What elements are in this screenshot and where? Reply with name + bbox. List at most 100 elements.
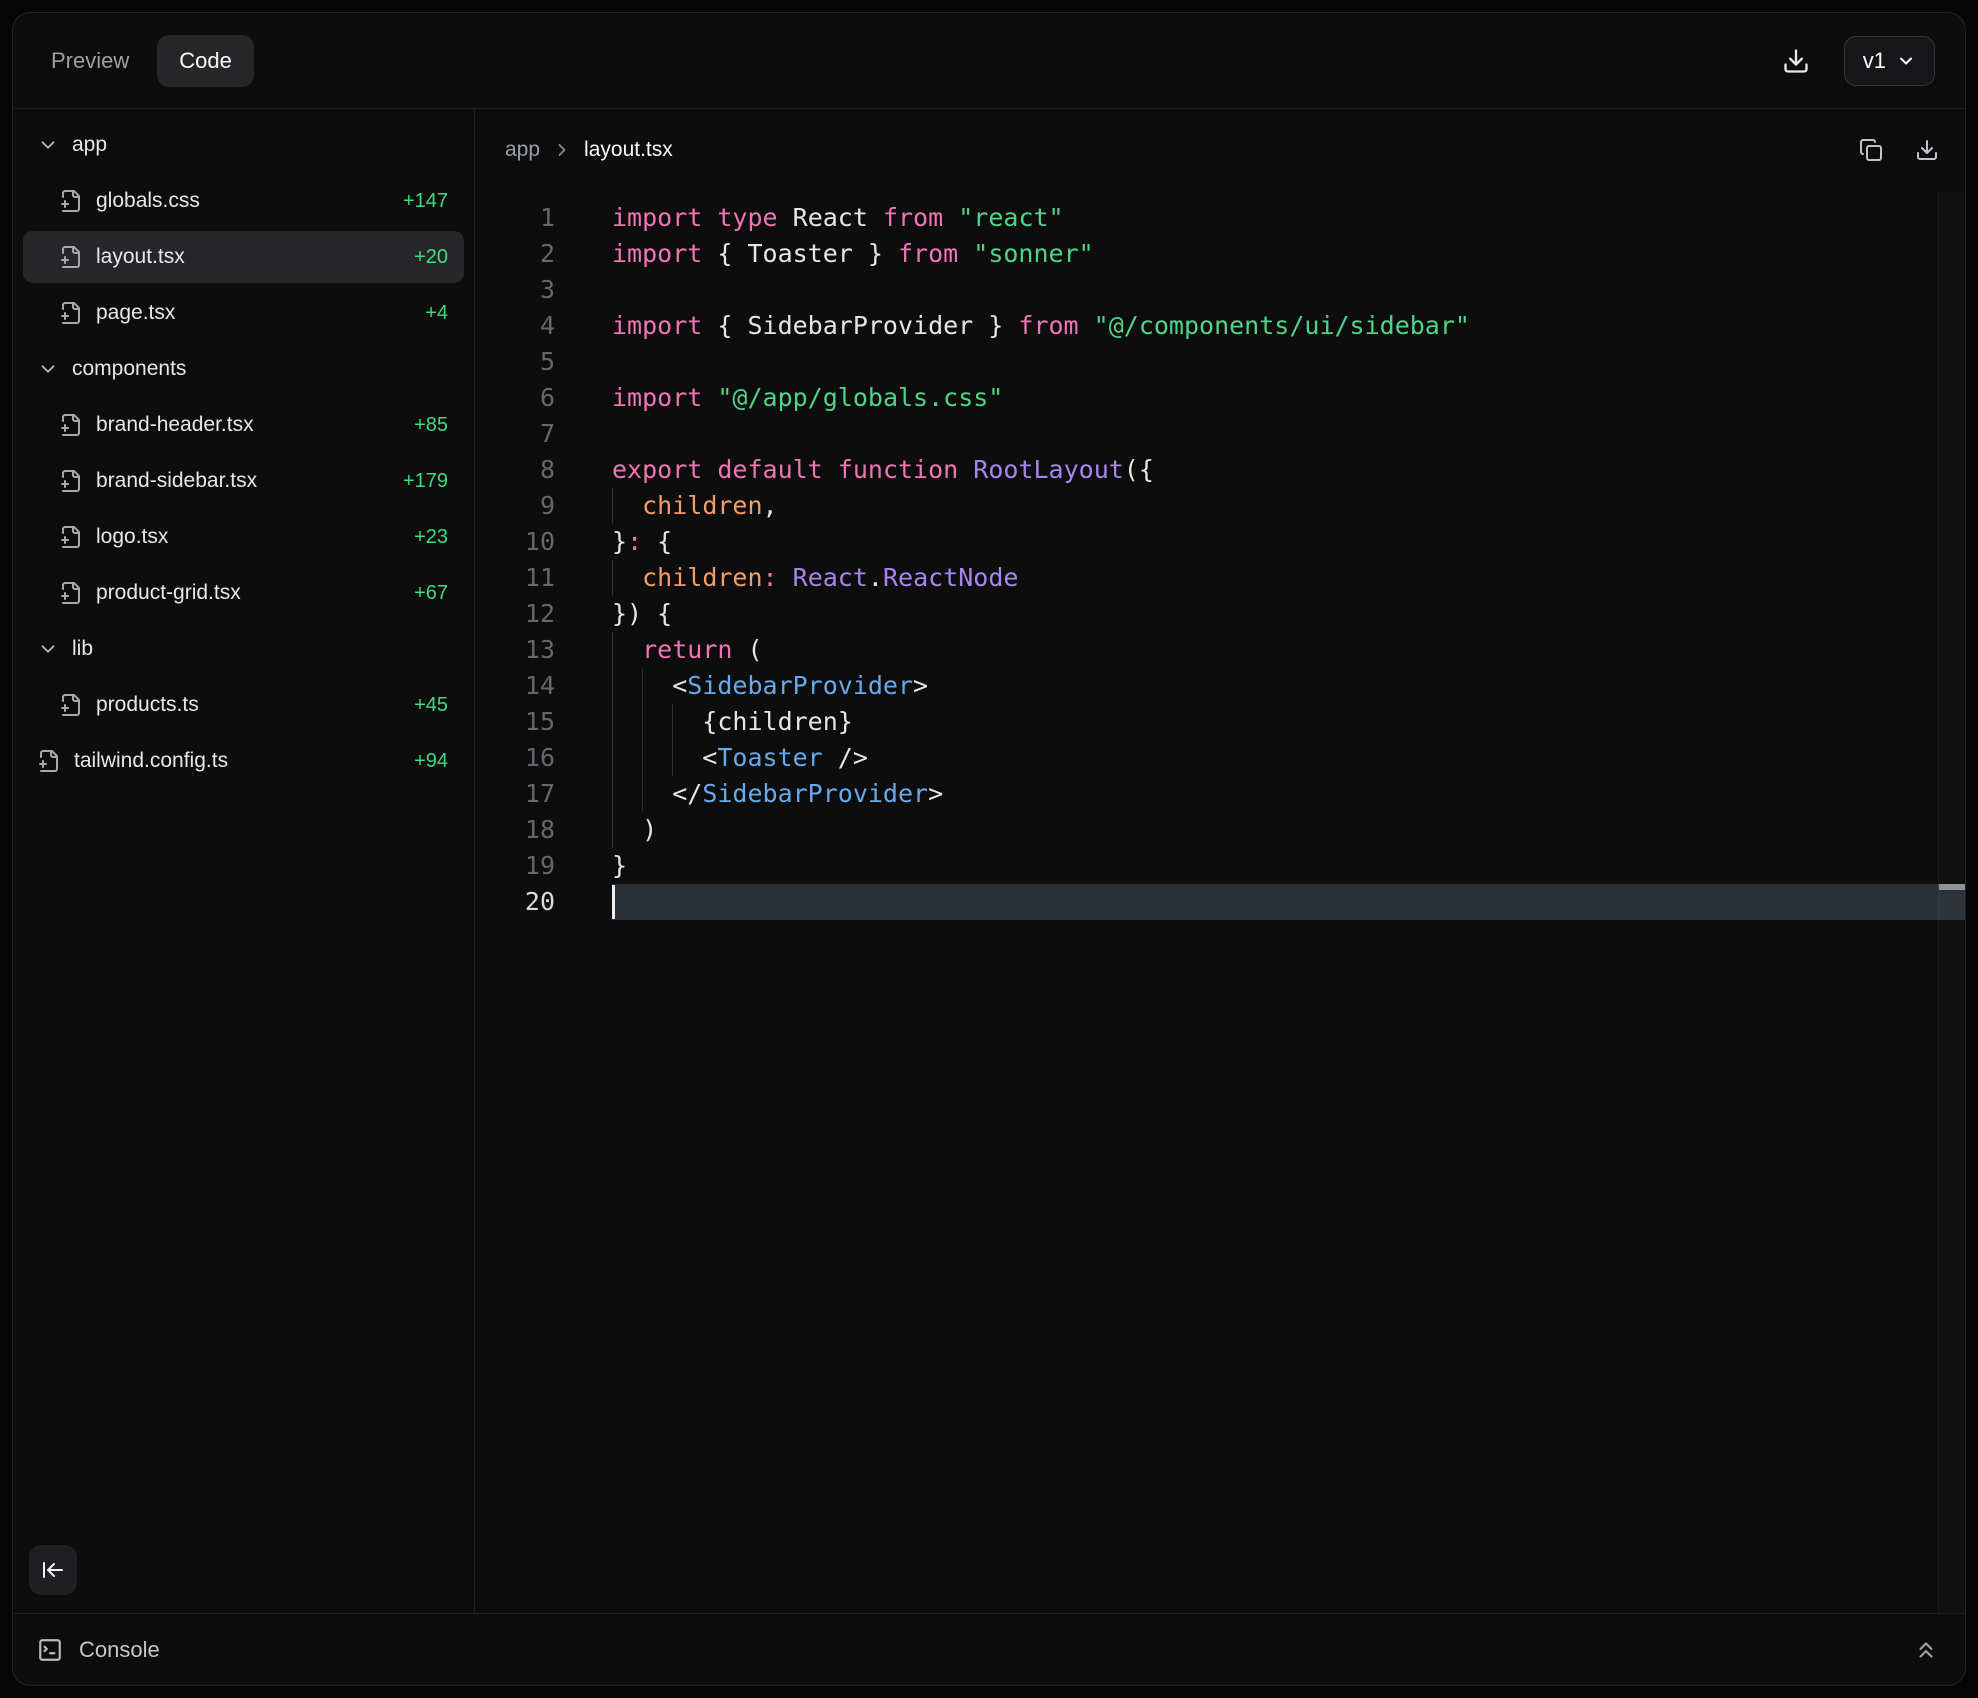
indent-guide (642, 704, 643, 740)
editor-scrollbar[interactable] (1938, 191, 1965, 1613)
line-content: import type React from "react" (612, 200, 1965, 236)
line-content (612, 884, 1965, 920)
line-number: 20 (475, 884, 555, 920)
code-panel: app layout.tsx 1import type React (475, 109, 1965, 1613)
download-icon (1915, 138, 1939, 162)
file-tree-sidebar: appglobals.css+147layout.tsx+20page.tsx+… (13, 109, 475, 1613)
diff-added-count: +85 (414, 414, 448, 437)
tab-code[interactable]: Code (157, 35, 254, 87)
tree-item-product-grid-tsx[interactable]: product-grid.tsx+67 (23, 567, 464, 619)
text-cursor (612, 885, 615, 919)
console-bar[interactable]: Console (13, 1613, 1965, 1685)
line-content: } (612, 848, 1965, 884)
code-line-17[interactable]: 17 </SidebarProvider> (475, 776, 1965, 812)
line-number: 18 (475, 812, 555, 848)
download-file-button[interactable] (1915, 138, 1939, 162)
code-line-19[interactable]: 19} (475, 848, 1965, 884)
line-content (612, 272, 1965, 308)
folder-label: app (72, 133, 107, 157)
line-number: 11 (475, 560, 555, 596)
tree-item-lib[interactable]: lib (23, 623, 464, 675)
tree-item-brand-header-tsx[interactable]: brand-header.tsx +85 (23, 399, 464, 451)
tree-item-tailwind-config-ts[interactable]: tailwind.config.ts+94 (23, 735, 464, 787)
tree-item-components[interactable]: components (23, 343, 464, 395)
chevrons-up-icon (1913, 1637, 1939, 1663)
indent-guide (672, 740, 673, 776)
code-line-18[interactable]: 18 ) (475, 812, 1965, 848)
code-line-16[interactable]: 16 <Toaster /> (475, 740, 1965, 776)
indent-guide (642, 668, 643, 704)
code-line-3[interactable]: 3 (475, 272, 1965, 308)
tree-item-brand-sidebar-tsx[interactable]: brand-sidebar.tsx+179 (23, 455, 464, 507)
line-number: 1 (475, 200, 555, 236)
code-line-10[interactable]: 10 }: { (475, 524, 1965, 560)
main-area: appglobals.css+147layout.tsx+20page.tsx+… (13, 109, 1965, 1613)
code-line-20[interactable]: 20 (475, 884, 1965, 920)
tree-item-page-tsx[interactable]: page.tsx+4 (23, 287, 464, 339)
file-label: page.tsx (96, 301, 175, 325)
code-line-5[interactable]: 5 (475, 344, 1965, 380)
line-number: 19 (475, 848, 555, 884)
tree-item-app[interactable]: app (23, 119, 464, 171)
code-line-1[interactable]: 1 import type React from "react" (475, 200, 1965, 236)
code-line-8[interactable]: 8export default function RootLayout({ (475, 452, 1965, 488)
version-label: v1 (1863, 48, 1886, 74)
indent-guide (612, 812, 613, 848)
breadcrumb-file: layout.tsx (584, 138, 673, 162)
code-line-7[interactable]: 7 (475, 416, 1965, 452)
file-plus-icon (59, 245, 83, 269)
version-dropdown[interactable]: v1 (1844, 36, 1935, 86)
line-number: 5 (475, 344, 555, 380)
collapse-sidebar-button[interactable] (29, 1545, 77, 1595)
line-number: 10 (475, 524, 555, 560)
code-line-4[interactable]: 4import { SidebarProvider } from "@/comp… (475, 308, 1965, 344)
file-plus-icon (59, 469, 83, 493)
tree-item-globals-css[interactable]: globals.css+147 (23, 175, 464, 227)
file-plus-icon (59, 525, 83, 549)
indent-guide (612, 740, 613, 776)
file-plus-icon (59, 189, 83, 213)
indent-guide (612, 704, 613, 740)
download-icon (1782, 47, 1810, 75)
line-number: 14 (475, 668, 555, 704)
folder-label: components (72, 357, 186, 381)
code-line-13[interactable]: 13 return ( (475, 632, 1965, 668)
chevron-right-icon (552, 140, 572, 160)
indent-guide (612, 668, 613, 704)
code-line-14[interactable]: 14 <SidebarProvider> (475, 668, 1965, 704)
diff-added-count: +20 (414, 246, 448, 269)
code-line-2[interactable]: 2import { Toaster } from "sonner" (475, 236, 1965, 272)
top-toolbar: Preview Code v1 (13, 13, 1965, 109)
line-number: 2 (475, 236, 555, 272)
file-label: brand-header.tsx (96, 413, 254, 437)
line-number: 15 (475, 704, 555, 740)
diff-added-count: +23 (414, 526, 448, 549)
code-line-15[interactable]: 15 {children} (475, 704, 1965, 740)
code-line-11[interactable]: 11 children: React.ReactNode (475, 560, 1965, 596)
file-tree: appglobals.css+147layout.tsx+20page.tsx+… (13, 119, 474, 787)
breadcrumb: app layout.tsx (475, 109, 1965, 191)
indent-guide (612, 632, 613, 668)
line-content: }: { (612, 524, 1965, 560)
chevron-down-icon (37, 134, 59, 156)
line-content: import { SidebarProvider } from "@/compo… (612, 308, 1965, 344)
line-number: 3 (475, 272, 555, 308)
tab-preview[interactable]: Preview (51, 48, 129, 74)
file-plus-icon (59, 413, 83, 437)
copy-code-button[interactable] (1859, 138, 1883, 162)
line-number: 6 (475, 380, 555, 416)
line-content: }) { (612, 596, 1965, 632)
code-line-6[interactable]: 6import "@/app/globals.css" (475, 380, 1965, 416)
code-line-9[interactable]: 9 children, (475, 488, 1965, 524)
download-project-button[interactable] (1782, 47, 1810, 75)
expand-console-button[interactable] (1913, 1637, 1939, 1663)
file-label: tailwind.config.ts (74, 749, 228, 773)
panel-collapse-left-icon (41, 1558, 65, 1582)
line-content: children: React.ReactNode (612, 560, 1965, 596)
file-label: globals.css (96, 189, 200, 213)
tree-item-products-ts[interactable]: products.ts+45 (23, 679, 464, 731)
tree-item-logo-tsx[interactable]: logo.tsx+23 (23, 511, 464, 563)
code-line-12[interactable]: 12}) { (475, 596, 1965, 632)
tree-item-layout-tsx[interactable]: layout.tsx+20 (23, 231, 464, 283)
code-editor[interactable]: 1import type React from "react"2import {… (475, 191, 1965, 920)
